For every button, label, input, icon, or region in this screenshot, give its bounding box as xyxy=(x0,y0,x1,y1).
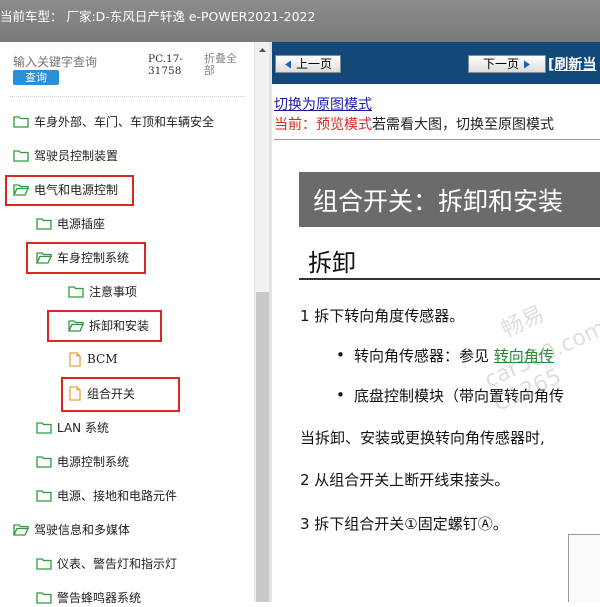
tree-item-meters-warning-lamps[interactable]: 仪表、警告灯和指示灯 xyxy=(36,553,177,573)
prev-page-button[interactable]: 上一页 xyxy=(275,55,341,73)
tree-item-power-control[interactable]: 电源控制系统 xyxy=(36,451,129,471)
highlight-box xyxy=(61,377,180,412)
bullet-dot: • xyxy=(336,346,345,364)
tree-item-label: 仪表、警告灯和指示灯 xyxy=(57,556,178,571)
nav-bar: 上一页 下一页 [刷新当 xyxy=(272,42,600,84)
title-bar: 当前车型： 厂家:D-东风日产轩逸 e-POWER2021-2022 xyxy=(0,0,600,42)
tree-item-label: 电源控制系统 xyxy=(57,454,130,469)
folder-open-icon xyxy=(13,523,29,536)
refresh-link[interactable]: [刷新当 xyxy=(548,54,596,74)
search-button[interactable]: 查询 xyxy=(13,70,59,85)
tree-item-precautions[interactable]: 注意事项 xyxy=(68,281,137,301)
preview-mode-notice: 当前：预览模式若需看大图，切换至原图模式 xyxy=(274,114,554,134)
scroll-up-arrow[interactable] xyxy=(255,42,270,58)
prev-page-label: 上一页 xyxy=(295,57,332,71)
diagram-image xyxy=(568,534,600,602)
tree-item-driver-info-multimedia[interactable]: 驾驶信息和多媒体 xyxy=(13,519,130,539)
folder-icon xyxy=(36,489,52,502)
document-title-banner: 组合开关：拆卸和安装 xyxy=(299,172,600,227)
document-icon xyxy=(69,351,81,367)
step-1: 1 拆下转向角度传感器。 xyxy=(300,307,465,325)
next-page-button[interactable]: 下一页 xyxy=(468,55,546,73)
bullet-dot: • xyxy=(336,386,345,404)
title-text: 当前车型： 厂家:D-东风日产轩逸 e-POWER2021-2022 xyxy=(0,9,316,24)
folder-icon xyxy=(36,421,52,434)
document-title: 组合开关：拆卸和安装 xyxy=(313,187,564,216)
watermark: 畅易 xyxy=(497,301,549,343)
sidebar: 查询 PC.17-31758 折叠全部 车身外部、车门、车顶和车辆安全 驾驶员控… xyxy=(0,42,272,605)
tree-item-label: 电源插座 xyxy=(57,216,106,231)
tree-item-label: 车身外部、车门、车顶和车辆安全 xyxy=(34,114,215,129)
bullet-1-text: 转向角传感器：参见 xyxy=(354,347,494,365)
next-page-label: 下一页 xyxy=(482,57,519,71)
folder-icon xyxy=(13,115,29,128)
folder-icon xyxy=(13,149,29,162)
highlight-box xyxy=(47,310,162,342)
arrow-right-icon xyxy=(524,60,530,68)
divider xyxy=(274,139,600,140)
tree-item-label: 注意事项 xyxy=(89,284,138,299)
highlight-box xyxy=(5,175,134,206)
step-3: 3 拆下组合开关①固定螺钉Ⓐ。 xyxy=(300,515,508,533)
pc-code: PC.17-31758 xyxy=(148,53,183,77)
tree-item-warning-chime[interactable]: 警告蜂鸣器系统 xyxy=(36,587,141,607)
tree-item-label: 驾驶信息和多媒体 xyxy=(34,522,131,537)
search-area: 查询 PC.17-31758 折叠全部 xyxy=(0,42,250,100)
preview-mode-label: 当前：预览模式 xyxy=(274,117,372,133)
search-input[interactable] xyxy=(13,54,133,70)
divider xyxy=(10,96,245,97)
tree-item-label: BCM xyxy=(87,352,118,366)
tree-item-power-outlet[interactable]: 电源插座 xyxy=(36,213,105,233)
tree-item-power-ground-circuit[interactable]: 电源、接地和电路元件 xyxy=(36,485,177,505)
highlight-box xyxy=(26,242,146,274)
sidebar-scrollbar[interactable] xyxy=(254,42,270,602)
note-text: 当拆卸、安装或更换转向角传感器时, xyxy=(300,429,545,447)
section-rule xyxy=(299,278,600,280)
folder-icon xyxy=(36,217,52,230)
tree-item-bcm[interactable]: BCM xyxy=(68,349,118,369)
collapse-all-link[interactable]: 折叠全部 xyxy=(204,53,244,77)
switch-original-mode-link[interactable]: 切换为原图模式 xyxy=(274,94,372,114)
tree-item-body-exterior[interactable]: 车身外部、车门、车顶和车辆安全 xyxy=(13,111,214,131)
content-pane: 上一页 下一页 [刷新当 切换为原图模式 当前：预览模式若需看大图，切换至原图模… xyxy=(272,42,600,602)
step-2: 2 从组合开关上断开线束接头。 xyxy=(300,471,510,489)
tree-item-lan-system[interactable]: LAN 系统 xyxy=(36,417,109,437)
folder-icon xyxy=(36,557,52,570)
scrollbar-thumb[interactable] xyxy=(256,292,269,602)
tree-item-label: 驾驶员控制装置 xyxy=(34,148,119,163)
tree-item-label: 电源、接地和电路元件 xyxy=(57,488,178,503)
tree-item-label: LAN 系统 xyxy=(57,420,109,435)
folder-icon xyxy=(36,455,52,468)
chevron-up-icon xyxy=(259,48,266,52)
preview-mode-hint: 若需看大图，切换至原图模式 xyxy=(372,117,554,133)
section-heading: 拆卸 xyxy=(308,249,356,277)
arrow-left-icon xyxy=(284,60,291,68)
folder-icon xyxy=(68,285,84,298)
tree-item-driver-controls[interactable]: 驾驶员控制装置 xyxy=(13,145,118,165)
tree-item-label: 警告蜂鸣器系统 xyxy=(57,590,142,605)
